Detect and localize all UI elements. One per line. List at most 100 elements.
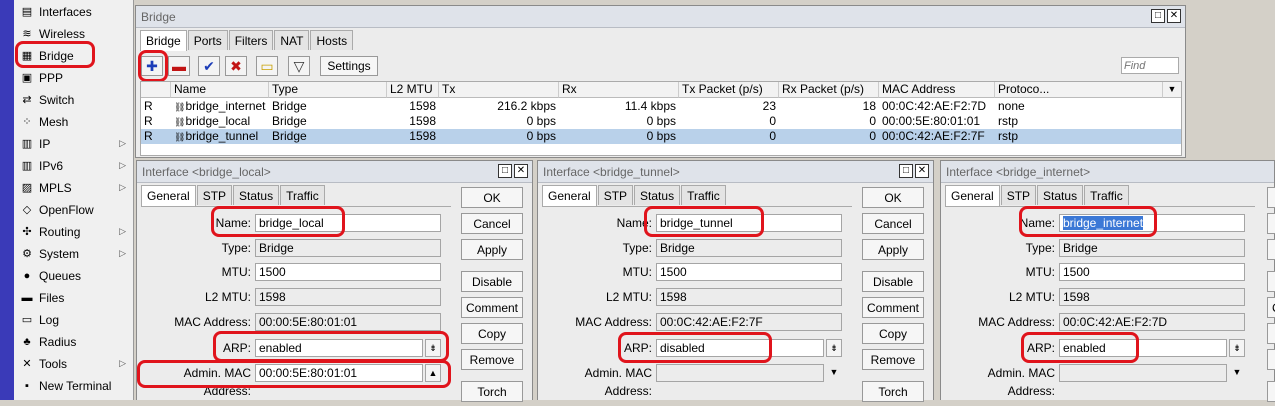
torch-button[interactable]: Torch [862, 381, 924, 402]
sidebar-item-switch[interactable]: ⇄ Switch [14, 90, 134, 110]
sidebar-item-new-terminal[interactable]: ▪ New Terminal [14, 376, 134, 396]
column-header[interactable]: Rx Packet (p/s) [779, 82, 879, 98]
admin-mac-field[interactable] [1059, 364, 1227, 382]
column-header[interactable]: L2 MTU [387, 82, 439, 98]
tab-stp[interactable]: STP [196, 185, 233, 205]
mtu-field[interactable]: 1500 [656, 263, 842, 281]
comment-button[interactable]: Comment [461, 297, 523, 318]
sidebar-item-wireless[interactable]: ≋ Wireless [14, 24, 134, 44]
sidebar-item-interfaces[interactable]: ▤ Interfaces [14, 2, 134, 22]
sidebar-item-queues[interactable]: ● Queues [14, 266, 134, 286]
remove-button[interactable]: Remove [461, 349, 523, 370]
close-icon[interactable]: ✕ [1167, 9, 1181, 23]
tab-hosts[interactable]: Hosts [310, 30, 354, 50]
dropdown-arrow-icon[interactable]: ▼ [826, 364, 842, 382]
find-input[interactable] [1121, 57, 1179, 74]
torch-button[interactable]: Torch [1267, 381, 1275, 402]
arp-field[interactable]: enabled [255, 339, 423, 357]
copy-button[interactable]: Copy [862, 323, 924, 344]
dropdown-arrow-icon[interactable]: ▲ [425, 364, 441, 382]
ok-button[interactable]: OK [461, 187, 523, 208]
tab-status[interactable]: Status [233, 185, 280, 205]
apply-button[interactable]: Apply [862, 239, 924, 260]
enable-button[interactable]: ✔ [198, 56, 220, 76]
sidebar-item-mpls[interactable]: ▨ MPLS ▷ [14, 178, 134, 198]
disable-button[interactable]: Disable [1267, 271, 1275, 292]
dropdown-arrow-icon[interactable]: ⇟ [1229, 339, 1245, 357]
disable-button[interactable]: Disable [461, 271, 523, 292]
dropdown-arrow-icon[interactable]: ⇟ [425, 339, 441, 357]
mtu-field[interactable]: 1500 [1059, 263, 1245, 281]
sidebar-item-tools[interactable]: ✕ Tools ▷ [14, 354, 134, 374]
tab-bridge[interactable]: Bridge [140, 30, 187, 51]
column-header[interactable]: Rx [559, 82, 679, 98]
sidebar-item-ip[interactable]: ▥ IP ▷ [14, 134, 134, 154]
tab-traffic[interactable]: Traffic [681, 185, 726, 205]
remove-button[interactable]: Remove [1267, 349, 1275, 370]
torch-button[interactable]: Torch [461, 381, 523, 402]
sidebar-item-openflow[interactable]: ◇ OpenFlow [14, 200, 134, 220]
tab-filters[interactable]: Filters [228, 30, 274, 50]
dropdown-arrow-icon[interactable]: ⇟ [826, 339, 842, 357]
bridge-window-titlebar[interactable]: Bridge □ ✕ [136, 6, 1185, 28]
cancel-button[interactable]: Cancel [862, 213, 924, 234]
remove-button[interactable]: Remove [862, 349, 924, 370]
dialog-titlebar[interactable]: Interface <bridge_internet> [941, 161, 1274, 183]
tab-nat[interactable]: NAT [274, 30, 310, 50]
settings-button[interactable]: Settings [320, 56, 378, 76]
close-icon[interactable]: ✕ [514, 164, 528, 178]
sidebar-item-bridge[interactable]: ▦ Bridge [14, 46, 134, 66]
sidebar-item-files[interactable]: ▬ Files [14, 288, 134, 308]
tab-status[interactable]: Status [1037, 185, 1084, 205]
admin-mac-field[interactable] [656, 364, 824, 382]
sidebar-item-ppp[interactable]: ▣ PPP [14, 68, 134, 88]
table-row[interactable]: R ⛓bridge_internet Bridge 1598 216.2 kbps 11.… [141, 99, 1181, 114]
maximize-icon[interactable]: □ [498, 164, 512, 178]
tab-ports[interactable]: Ports [187, 30, 228, 50]
column-header[interactable]: Tx [439, 82, 559, 98]
column-header[interactable]: Tx Packet (p/s) [679, 82, 779, 98]
sidebar-item-ipv6[interactable]: ▥ IPv6 ▷ [14, 156, 134, 176]
close-icon[interactable]: ✕ [915, 164, 929, 178]
remove-button[interactable]: ▬ [168, 56, 190, 76]
dialog-titlebar[interactable]: Interface <bridge_local> □ ✕ [137, 161, 532, 183]
comment-button[interactable]: ▭ [256, 56, 278, 76]
name-field[interactable]: bridge_tunnel [656, 214, 842, 232]
filter-button[interactable]: ▽ [288, 56, 310, 76]
dialog-titlebar[interactable]: Interface <bridge_tunnel> □ ✕ [538, 161, 933, 183]
tab-stp[interactable]: STP [1000, 185, 1037, 205]
table-row[interactable]: R ⛓bridge_local Bridge 1598 0 bps 0 bps 0 0 00:0… [141, 114, 1181, 129]
copy-button[interactable]: Copy [1267, 323, 1275, 344]
column-header[interactable]: Name [171, 82, 269, 98]
tab-general[interactable]: General [945, 185, 1000, 206]
tab-stp[interactable]: STP [597, 185, 634, 205]
name-field[interactable]: bridge_internet [1059, 214, 1245, 232]
tab-general[interactable]: General [141, 185, 196, 206]
apply-button[interactable]: Apply [1267, 239, 1275, 260]
mtu-field[interactable]: 1500 [255, 263, 441, 281]
add-button[interactable]: ✚ [141, 56, 163, 76]
sidebar-item-system[interactable]: ⚙ System ▷ [14, 244, 134, 264]
tab-traffic[interactable]: Traffic [280, 185, 325, 205]
maximize-icon[interactable]: □ [1151, 9, 1165, 23]
apply-button[interactable]: Apply [461, 239, 523, 260]
column-header[interactable] [141, 82, 171, 98]
sidebar-item-mesh[interactable]: ⁘ Mesh [14, 112, 134, 132]
name-field[interactable]: bridge_local [255, 214, 441, 232]
copy-button[interactable]: Copy [461, 323, 523, 344]
column-header[interactable]: MAC Address [879, 82, 995, 98]
dropdown-arrow-icon[interactable]: ▼ [1229, 364, 1245, 382]
sidebar-item-routing[interactable]: ✣ Routing ▷ [14, 222, 134, 242]
disable-button[interactable]: Disable [862, 271, 924, 292]
tab-general[interactable]: General [542, 185, 597, 206]
tab-status[interactable]: Status [634, 185, 681, 205]
column-header[interactable]: Protoco... [995, 82, 1163, 98]
cancel-button[interactable]: Cancel [1267, 213, 1275, 234]
arp-field[interactable]: disabled [656, 339, 824, 357]
maximize-icon[interactable]: □ [899, 164, 913, 178]
sidebar-item-radius[interactable]: ♣ Radius [14, 332, 134, 352]
comment-button[interactable]: Comment [862, 297, 924, 318]
arp-field[interactable]: enabled [1059, 339, 1227, 357]
disable-button[interactable]: ✖ [225, 56, 247, 76]
table-row[interactable]: R ⛓bridge_tunnel Bridge 1598 0 bps 0 bps 0 0 00:… [141, 129, 1181, 144]
